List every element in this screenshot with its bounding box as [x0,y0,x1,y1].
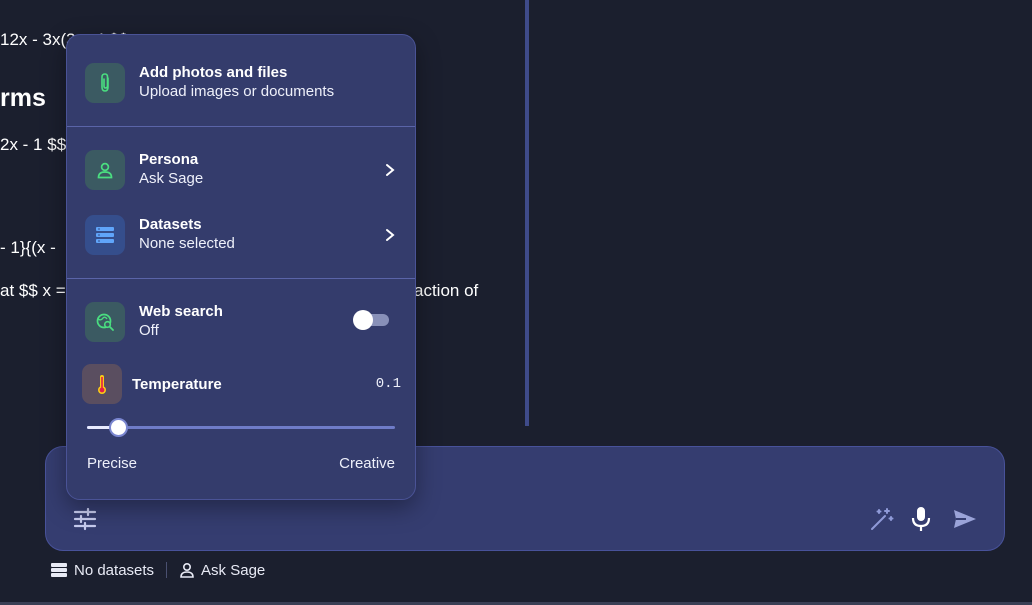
persona-menu-item[interactable]: Persona Ask Sage [67,141,415,199]
datasets-label: No datasets [74,561,155,579]
persona-label: Ask Sage [201,561,266,579]
enhance-prompt-button[interactable] [868,507,894,533]
datasets-indicator[interactable]: No datasets [50,562,154,579]
slider-min-label: Precise [87,455,138,472]
menu-divider [67,126,415,127]
slider-max-label: Creative [339,455,395,472]
dataset-icon [85,215,125,255]
chat-text-line: 2x - 1 $$ [0,135,67,154]
dataset-icon [51,563,67,577]
web-search-menu-item: Web search Off [67,293,415,351]
settings-button[interactable] [72,507,98,531]
web-search-icon [85,302,125,342]
add-files-subtitle: Upload images or documents [139,83,335,100]
chat-text-line: - 1}{(x - [0,238,56,257]
person-icon [180,562,194,578]
temperature-title: Temperature [132,376,222,393]
datasets-menu-item[interactable]: Datasets None selected [67,206,415,264]
add-files-menu-item[interactable]: Add photos and files Upload images or do… [67,54,415,112]
magic-wand-icon [871,508,894,530]
persona-subtitle: Ask Sage [139,170,204,187]
web-search-toggle[interactable] [353,308,391,332]
chat-text-line: action of [414,281,479,300]
microphone-icon [911,507,931,531]
persona-title: Persona [139,151,199,168]
web-search-status: Off [139,322,159,339]
thermometer-icon [82,364,122,404]
footer-separator [166,562,168,578]
chat-heading: rms [0,84,46,112]
menu-divider [67,278,415,279]
paperclip-icon [85,63,125,103]
web-search-title: Web search [139,303,223,320]
sliders-icon [73,507,97,531]
datasets-subtitle: None selected [139,235,235,252]
send-button[interactable] [952,507,978,531]
chevron-right-icon [386,164,395,176]
add-files-title: Add photos and files [139,64,288,81]
chevron-right-icon [386,229,395,241]
slider-thumb[interactable] [108,418,128,437]
composer-footer: No datasets Ask Sage [50,560,265,580]
datasets-title: Datasets [139,216,202,233]
slider-rail [87,426,395,429]
temperature-slider[interactable] [87,417,397,439]
chat-text-line: at $$ x = [0,281,66,300]
microphone-button[interactable] [910,505,932,533]
temperature-value: 0.1 [375,376,401,392]
scrollbar-divider [525,0,529,426]
send-icon [954,510,976,528]
toggle-knob [353,310,373,330]
person-icon [85,150,125,190]
composer-options-popover: Add photos and files Upload images or do… [66,34,416,500]
persona-indicator[interactable]: Ask Sage [179,562,265,579]
